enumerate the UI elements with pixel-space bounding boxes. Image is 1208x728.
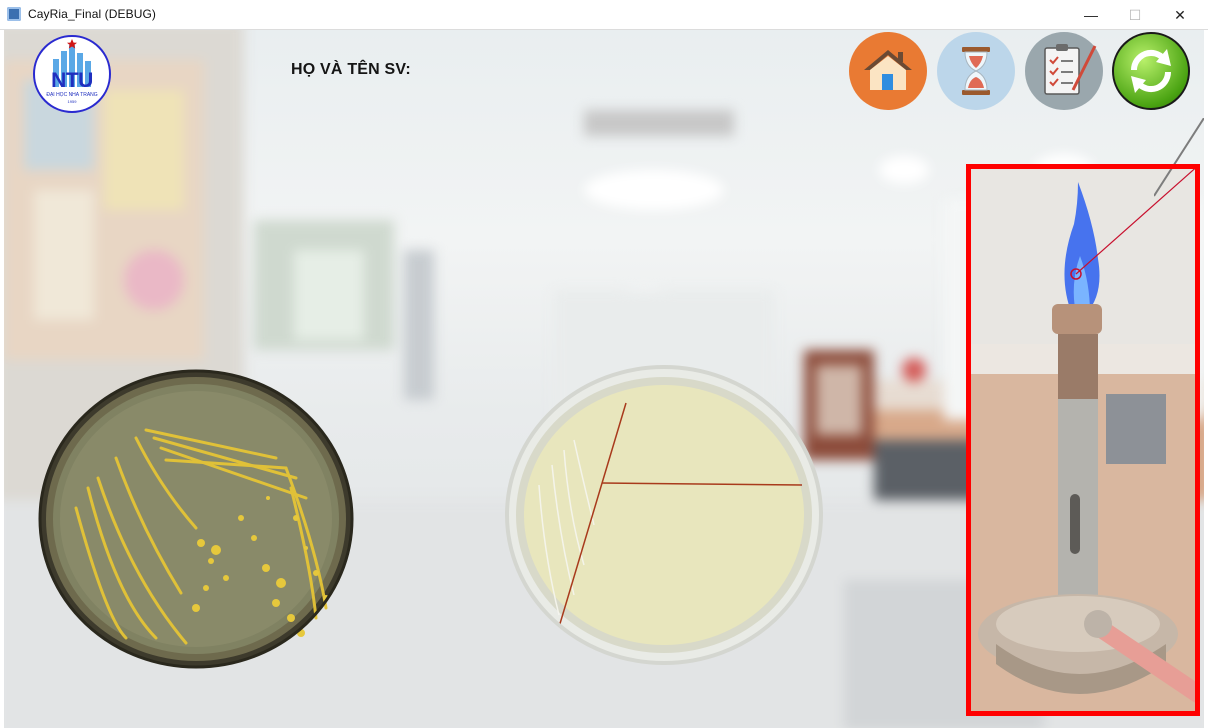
student-name-label: HỌ VÀ TÊN SV: xyxy=(291,61,411,78)
home-icon xyxy=(864,50,912,90)
colony-petri-dish[interactable] xyxy=(36,368,356,670)
close-button[interactable]: ✕ xyxy=(1157,0,1203,30)
university-logo: NTU ĐẠI HỌC NHA TRANG 1959 xyxy=(33,35,111,113)
maximize-button[interactable]: ☐ xyxy=(1112,0,1158,30)
window-title: CayRia_Final (DEBUG) xyxy=(28,7,157,21)
reset-button[interactable] xyxy=(1112,32,1190,110)
home-button[interactable] xyxy=(849,32,927,110)
minimize-button[interactable]: — xyxy=(1068,0,1114,30)
logo-year: 1959 xyxy=(67,99,77,104)
timer-button[interactable] xyxy=(937,32,1015,110)
burner-highlight-frame xyxy=(966,164,1200,716)
logo-text: NTU xyxy=(51,69,93,92)
app-window: CayRia_Final (DEBUG) — ☐ ✕ NTU ĐẠI HỌC N… xyxy=(0,0,1208,728)
checklist-button[interactable] xyxy=(1025,32,1103,110)
title-bar: CayRia_Final (DEBUG) — ☐ ✕ xyxy=(0,0,1208,30)
refresh-icon xyxy=(1130,49,1172,93)
logo-subtext: ĐẠI HỌC NHA TRANG xyxy=(46,92,98,98)
app-icon xyxy=(7,7,21,21)
streaked-petri-dish[interactable] xyxy=(504,365,824,667)
clipboard-icon xyxy=(1044,44,1097,95)
lab-scene: NTU ĐẠI HỌC NHA TRANG 1959 HỌ VÀ TÊN SV: xyxy=(4,30,1204,728)
hourglass-icon xyxy=(962,47,990,95)
